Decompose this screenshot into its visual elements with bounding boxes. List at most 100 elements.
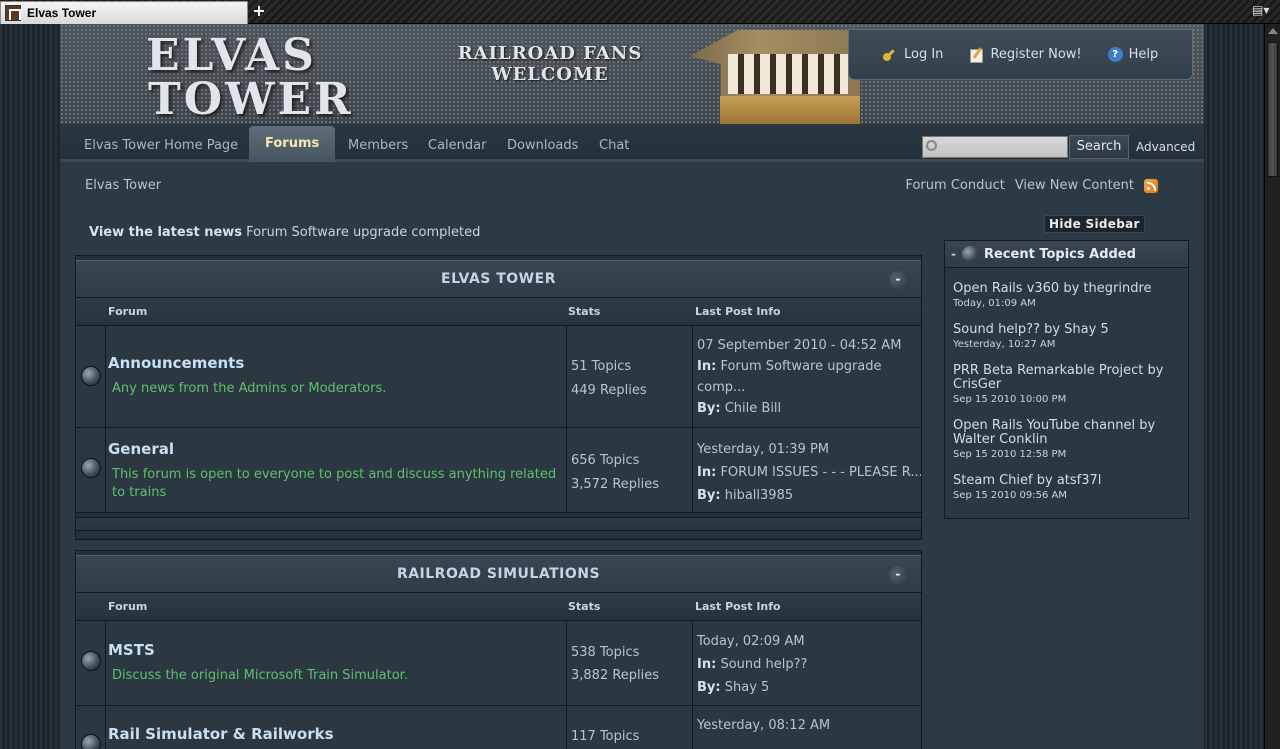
by-label: By:	[697, 488, 721, 503]
last-post-author-link[interactable]: Chile Bill	[725, 401, 781, 416]
tower-windows-image	[728, 54, 848, 94]
nav-home-page[interactable]: Elvas Tower Home Page	[84, 138, 238, 153]
search-icon	[926, 140, 937, 151]
latest-news-link[interactable]: Forum Software upgrade completed	[246, 225, 480, 240]
forum-description-line-1: This forum is open to everyone to post a…	[112, 467, 557, 482]
scrollbar-thumb[interactable]	[1267, 42, 1278, 177]
recent-topic-link[interactable]: Sound help?? by Shay 5	[953, 323, 1180, 337]
help-icon: ?	[1107, 47, 1123, 62]
category-title[interactable]: RAILROAD SIMULATIONS	[397, 566, 600, 582]
new-tab-button[interactable]: +	[252, 2, 266, 20]
rss-icon[interactable]	[1144, 178, 1158, 193]
in-label: In:	[697, 465, 717, 480]
recent-topic-link[interactable]: Open Rails v360 by thegrindre	[953, 282, 1180, 296]
browser-tab[interactable]: Elvas Tower	[0, 1, 248, 24]
sidebar-title: Recent Topics Added	[983, 246, 1136, 262]
category-footer	[76, 517, 921, 531]
nav-forums[interactable]: Forums	[249, 126, 336, 162]
last-post-info: 07 September 2010 - 04:52 AM In: Forum S…	[693, 326, 921, 427]
last-post-info: Today, 02:09 AM In: Sound help?? By: Sha…	[693, 621, 921, 705]
recent-topic-date: Sep 15 2010 09:56 AM	[953, 490, 1068, 501]
forum-cell: Rail Simulator & Railworks	[106, 706, 567, 749]
forum-row-msts: MSTS Discuss the original Microsoft Trai…	[76, 621, 921, 706]
tab-list-menu-icon[interactable]: ▤▾	[1252, 3, 1274, 19]
topics-count: 117 Topics	[571, 729, 640, 744]
register-link[interactable]: Register Now!	[969, 47, 1082, 63]
forum-icon-cell	[76, 326, 106, 427]
category-header: RAILROAD SIMULATIONS -	[76, 555, 921, 593]
recent-topic-link[interactable]: Open Rails YouTube channel by Walter Con…	[953, 419, 1180, 447]
site-header: ELVAS TOWER RAILROAD FANS WELCOME Log In…	[60, 24, 1204, 124]
forum-description: Any news from the Admins or Moderators.	[112, 381, 387, 396]
recent-topic-link[interactable]: PRR Beta Remarkable Project by CrisGer	[953, 364, 1180, 392]
last-post-topic-link[interactable]: Forum Software upgrade	[720, 359, 881, 374]
last-post-topic-link[interactable]: FORUM ISSUES - - - PLEASE R...	[720, 465, 921, 480]
last-post-topic-link[interactable]: Sound help??	[720, 657, 807, 672]
category-elvas-tower: ELVAS TOWER - Forum Stats Last Post Info…	[75, 255, 922, 540]
replies-count: 449 Replies	[571, 383, 647, 398]
hide-sidebar-button[interactable]: Hide Sidebar	[1044, 215, 1145, 233]
column-forum: Forum	[108, 305, 148, 318]
forum-cell: Announcements Any news from the Admins o…	[106, 326, 567, 427]
forum-title-link[interactable]: Announcements	[108, 354, 566, 372]
help-label: Help	[1128, 47, 1159, 62]
pencil-icon	[969, 47, 984, 63]
search-input[interactable]	[922, 136, 1068, 158]
forum-icon-cell	[76, 428, 106, 512]
help-link[interactable]: ? Help	[1107, 47, 1159, 62]
sidebar-orb-icon	[961, 246, 978, 262]
in-label: In:	[697, 359, 717, 374]
breadcrumb[interactable]: Elvas Tower	[85, 178, 161, 193]
nav-calendar[interactable]: Calendar	[428, 138, 486, 153]
in-label: In:	[697, 657, 717, 672]
nav-members[interactable]: Members	[348, 138, 408, 153]
recent-topic-link[interactable]: Steam Chief by atsf37l	[953, 474, 1180, 488]
browser-tab-strip: Elvas Tower + ▤▾	[0, 0, 1280, 24]
forum-row-rail-simulator: Rail Simulator & Railworks 117 Topics Ye…	[76, 706, 921, 749]
recent-topics-sidebar: - Recent Topics Added Open Rails v360 by…	[944, 240, 1189, 519]
key-icon	[883, 47, 898, 62]
view-new-content-link[interactable]: View New Content	[1015, 178, 1134, 193]
last-post-date: Yesterday, 08:12 AM	[697, 718, 831, 733]
forum-icon-cell	[76, 706, 106, 749]
last-post-author-link[interactable]: Shay 5	[725, 680, 770, 695]
collapse-icon[interactable]: -	[889, 566, 907, 584]
column-last-post: Last Post Info	[695, 305, 781, 318]
login-link[interactable]: Log In	[883, 47, 943, 62]
page-scrollbar[interactable]	[1264, 24, 1280, 749]
last-post-date: Yesterday, 01:39 PM	[697, 442, 830, 457]
replies-count: 3,882 Replies	[571, 668, 660, 683]
category-title[interactable]: ELVAS TOWER	[441, 271, 556, 287]
sidebar-collapse-icon[interactable]: -	[951, 247, 956, 261]
forum-title-link[interactable]: MSTS	[108, 641, 566, 659]
topics-count: 51 Topics	[571, 359, 632, 374]
forum-title-link[interactable]: Rail Simulator & Railworks	[108, 725, 566, 743]
page-background: ELVAS TOWER RAILROAD FANS WELCOME Log In…	[0, 24, 1264, 749]
forum-description-line-2: to trains	[112, 485, 167, 500]
last-post-topic-continued[interactable]: comp...	[697, 377, 921, 398]
search-button[interactable]: Search	[1069, 135, 1129, 159]
advanced-search-link[interactable]: Advanced	[1136, 140, 1195, 154]
forum-state-icon	[81, 366, 101, 386]
collapse-icon[interactable]: -	[889, 271, 907, 289]
topics-count: 656 Topics	[571, 453, 640, 468]
forum-title-link[interactable]: General	[108, 440, 566, 458]
last-post-author-link[interactable]: hiball3985	[725, 488, 793, 503]
sub-navigation: Forum Conduct View New Content	[905, 178, 1158, 193]
forum-state-icon	[81, 651, 101, 671]
forum-conduct-link[interactable]: Forum Conduct	[905, 178, 1004, 193]
last-post-info: Yesterday, 01:39 PM In: FORUM ISSUES - -…	[693, 428, 921, 512]
scroll-up-icon[interactable]	[1268, 28, 1278, 34]
nav-chat[interactable]: Chat	[599, 138, 629, 153]
column-headers: Forum Stats Last Post Info	[76, 593, 921, 621]
browser-tab-title: Elvas Tower	[27, 6, 97, 20]
nav-downloads[interactable]: Downloads	[507, 138, 578, 153]
recent-topic-item: PRR Beta Remarkable Project by CrisGer S…	[945, 364, 1188, 406]
site-logo[interactable]: ELVAS TOWER	[146, 34, 354, 122]
recent-topic-item: Open Rails v360 by thegrindre Today, 01:…	[945, 282, 1188, 310]
register-label: Register Now!	[990, 47, 1082, 62]
user-links-box: Log In Register Now! ? Help	[848, 29, 1193, 80]
column-stats: Stats	[568, 305, 601, 318]
sidebar-header: - Recent Topics Added	[945, 241, 1188, 268]
forum-stats: 656 Topics 3,572 Replies	[567, 428, 693, 512]
